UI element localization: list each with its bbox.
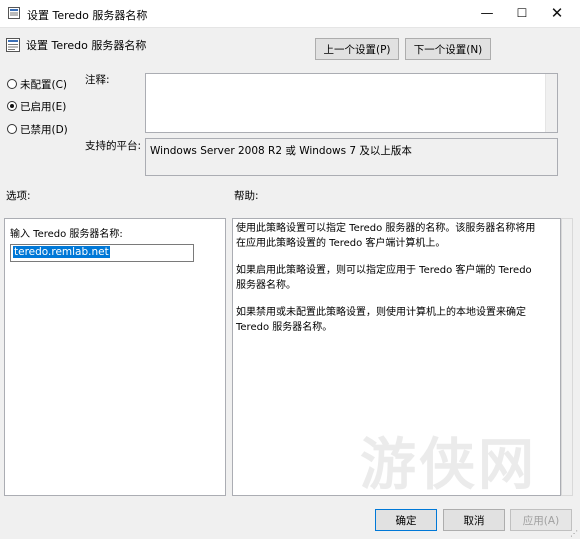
next-setting-button[interactable]: 下一个设置(N): [405, 38, 491, 60]
close-button[interactable]: ✕: [540, 0, 574, 28]
radio-button[interactable]: [7, 79, 17, 89]
options-pane: 输入 Teredo 服务器名称: teredo.remlab.net: [4, 218, 226, 496]
minimize-button[interactable]: —: [470, 0, 504, 28]
comment-field[interactable]: [145, 73, 558, 133]
radio-label: 已启用(E): [20, 101, 67, 113]
help-scrollbar[interactable]: [561, 218, 573, 496]
options-section-label: 选项:: [6, 190, 31, 202]
server-name-input[interactable]: teredo.remlab.net: [10, 244, 194, 262]
resize-grip-icon[interactable]: ⋰: [570, 529, 578, 538]
platform-label: 支持的平台:: [85, 140, 142, 152]
help-section-label: 帮助:: [234, 190, 259, 202]
radio-enabled[interactable]: 已启用(E): [7, 99, 66, 114]
radio-label: 已禁用(D): [20, 124, 68, 136]
server-name-label: 输入 Teredo 服务器名称:: [10, 229, 123, 240]
comment-scrollbar[interactable]: [545, 74, 557, 132]
platform-field: Windows Server 2008 R2 或 Windows 7 及以上版本: [145, 138, 558, 176]
apply-button[interactable]: 应用(A): [510, 509, 572, 531]
radio-label: 未配置(C): [20, 79, 68, 91]
cancel-button[interactable]: 取消: [443, 509, 505, 531]
policy-icon: [8, 7, 20, 19]
help-paragraph: 如果启用此策略设置，则可以指定应用于 Teredo 客户端的 Teredo 服务…: [236, 265, 532, 291]
radio-button[interactable]: [7, 101, 17, 111]
policy-setting-icon: [6, 38, 20, 52]
window-title: 设置 Teredo 服务器名称: [27, 9, 148, 22]
platform-value: Windows Server 2008 R2 或 Windows 7 及以上版本: [150, 145, 412, 157]
help-paragraph: 如果禁用或未配置此策略设置，则使用计算机上的本地设置来确定 Teredo 服务器…: [236, 307, 526, 333]
maximize-button[interactable]: ☐: [505, 0, 539, 28]
comment-label: 注释:: [85, 74, 110, 86]
ok-button[interactable]: 确定: [375, 509, 437, 531]
previous-setting-button[interactable]: 上一个设置(P): [315, 38, 399, 60]
radio-disabled[interactable]: 已禁用(D): [7, 122, 68, 137]
server-name-value: teredo.remlab.net: [13, 246, 110, 258]
radio-not-configured[interactable]: 未配置(C): [7, 77, 67, 92]
watermark: 游侠网: [360, 432, 537, 498]
setting-title: 设置 Teredo 服务器名称: [26, 39, 147, 52]
radio-button[interactable]: [7, 124, 17, 134]
title-bar: 设置 Teredo 服务器名称 — ☐ ✕: [0, 0, 580, 28]
help-paragraph: 使用此策略设置可以指定 Teredo 服务器的名称。该服务器名称将用在应用此策略…: [236, 223, 536, 249]
